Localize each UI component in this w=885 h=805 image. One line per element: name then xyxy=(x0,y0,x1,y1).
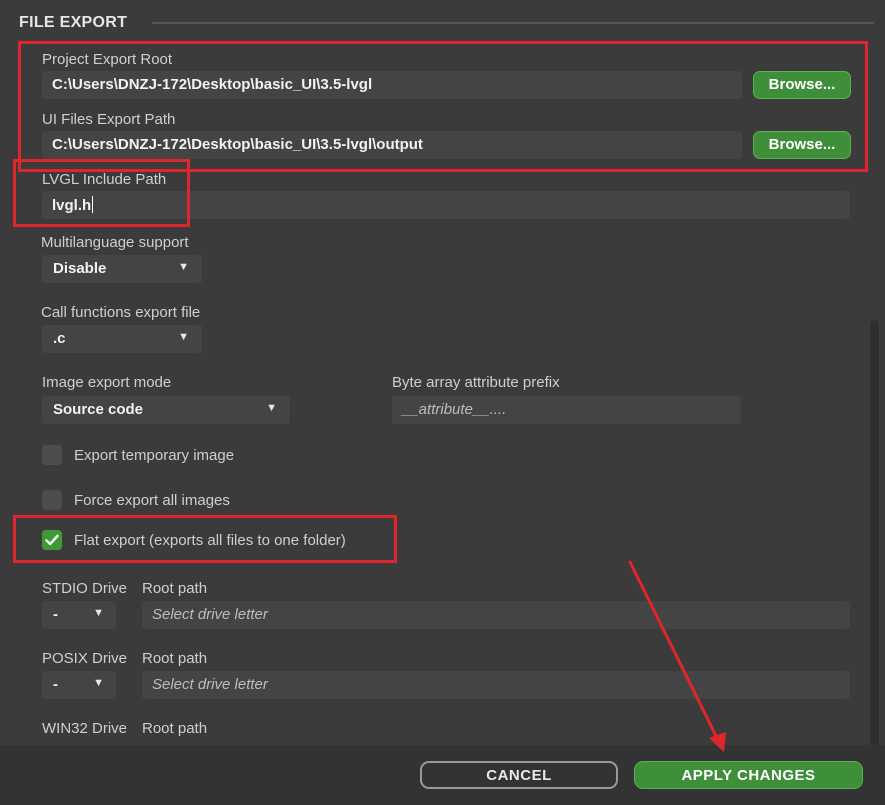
section-divider xyxy=(152,22,874,24)
text-caret xyxy=(92,196,94,213)
force-export-all-images-label: Force export all images xyxy=(74,492,230,509)
apply-changes-button[interactable]: APPLY CHANGES xyxy=(634,761,863,789)
chevron-down-icon: ▼ xyxy=(93,677,104,689)
ui-files-export-path-input[interactable]: C:\Users\DNZJ-172\Desktop\basic_UI\3.5-l… xyxy=(42,131,742,159)
byte-array-prefix-label: Byte array attribute prefix xyxy=(392,374,560,391)
project-export-root-browse-button[interactable]: Browse... xyxy=(753,71,851,99)
dialog-footer: CANCEL APPLY CHANGES xyxy=(0,745,885,805)
image-export-mode-selected: Source code xyxy=(53,401,144,418)
posix-root-path-input[interactable]: Select drive letter xyxy=(142,671,850,699)
ui-files-export-path-browse-button[interactable]: Browse... xyxy=(753,131,851,159)
posix-drive-label: POSIX Drive xyxy=(42,650,128,667)
call-functions-export-select[interactable]: .c ▼ xyxy=(42,325,202,353)
flat-export-label: Flat export (exports all files to one fo… xyxy=(74,532,346,549)
stdio-root-path-label: Root path xyxy=(142,580,208,597)
chevron-down-icon: ▼ xyxy=(266,402,277,414)
section-header: FILE EXPORT xyxy=(0,0,885,40)
call-functions-export-selected: .c xyxy=(53,330,66,347)
multilanguage-label: Multilanguage support xyxy=(41,234,189,251)
lvgl-include-path-input[interactable]: lvgl.h xyxy=(42,191,850,219)
cancel-button[interactable]: CANCEL xyxy=(420,761,618,789)
multilanguage-select[interactable]: Disable ▼ xyxy=(42,255,202,283)
call-functions-export-label: Call functions export file xyxy=(41,304,201,321)
multilanguage-selected: Disable xyxy=(53,260,107,277)
posix-drive-selected: - xyxy=(53,676,58,693)
lvgl-include-path-label: LVGL Include Path xyxy=(42,171,167,188)
image-export-mode-select[interactable]: Source code ▼ xyxy=(42,396,290,424)
settings-scroll-area[interactable]: Project Export Root C:\Users\DNZJ-172\De… xyxy=(0,40,885,745)
byte-array-prefix-input[interactable]: __attribute__.... xyxy=(392,396,741,424)
project-export-root-label: Project Export Root xyxy=(42,51,173,68)
export-temporary-image-checkbox[interactable] xyxy=(42,445,62,465)
check-icon xyxy=(45,534,59,546)
scrollbar[interactable] xyxy=(870,320,879,745)
section-title: FILE EXPORT xyxy=(19,14,128,31)
force-export-all-images-checkbox[interactable] xyxy=(42,490,62,510)
project-export-root-input[interactable]: C:\Users\DNZJ-172\Desktop\basic_UI\3.5-l… xyxy=(42,71,742,99)
ui-files-export-path-label: UI Files Export Path xyxy=(42,111,176,128)
posix-drive-select[interactable]: - ▼ xyxy=(42,671,116,699)
win32-root-path-label: Root path xyxy=(142,720,208,737)
flat-export-checkbox[interactable] xyxy=(42,530,62,550)
stdio-root-path-input[interactable]: Select drive letter xyxy=(142,601,850,629)
stdio-drive-label: STDIO Drive xyxy=(42,580,128,597)
chevron-down-icon: ▼ xyxy=(178,331,189,343)
win32-drive-label: WIN32 Drive xyxy=(42,720,128,737)
chevron-down-icon: ▼ xyxy=(93,607,104,619)
image-export-mode-label: Image export mode xyxy=(42,374,172,391)
stdio-drive-select[interactable]: - ▼ xyxy=(42,601,116,629)
lvgl-include-path-value: lvgl.h xyxy=(52,197,92,214)
export-temporary-image-label: Export temporary image xyxy=(74,447,235,464)
stdio-drive-selected: - xyxy=(53,606,58,623)
posix-root-path-label: Root path xyxy=(142,650,208,667)
chevron-down-icon: ▼ xyxy=(178,261,189,273)
